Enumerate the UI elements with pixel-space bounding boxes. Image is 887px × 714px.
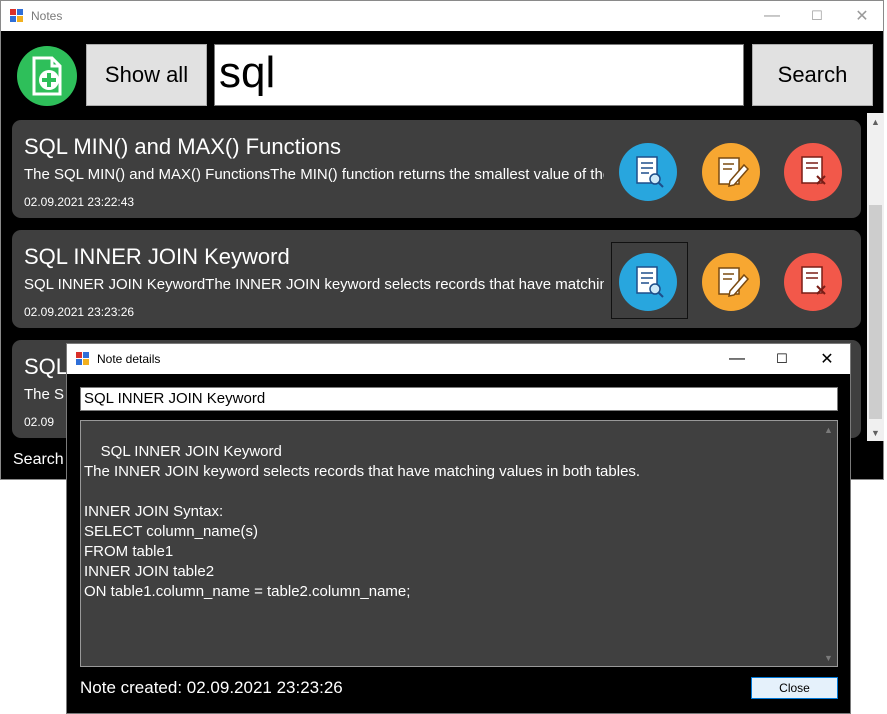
edit-note-icon <box>718 267 750 297</box>
dialog-title: Note details <box>97 352 161 366</box>
add-note-icon <box>32 56 62 96</box>
note-details-dialog: Note details — ☐ ✕ SQL INNER JOIN Keywor… <box>66 343 851 714</box>
close-button[interactable]: Close <box>751 677 838 699</box>
note-body: SQL INNER JOIN KeywordThe INNER JOIN key… <box>24 276 604 293</box>
minimize-button[interactable]: — <box>714 344 760 374</box>
close-window-button[interactable]: ✕ <box>804 344 850 374</box>
delete-note-icon <box>801 156 826 185</box>
delete-note-button[interactable] <box>784 143 842 201</box>
dialog-titlebar[interactable]: Note details — ☐ ✕ <box>67 344 850 374</box>
view-note-icon <box>636 266 664 298</box>
close-window-button[interactable]: ✕ <box>839 1 885 31</box>
note-title-field[interactable]: SQL INNER JOIN Keyword <box>80 387 838 411</box>
main-titlebar[interactable]: Notes — ☐ ✕ <box>1 1 883 31</box>
note-body: The SQL MIN() and MAX() FunctionsThe MIN… <box>24 166 604 183</box>
edit-note-button[interactable] <box>702 253 760 311</box>
maximize-button[interactable]: ☐ <box>759 344 805 374</box>
note-card: SQL INNER JOIN Keyword SQL INNER JOIN Ke… <box>12 230 861 328</box>
delete-note-button[interactable] <box>784 253 842 311</box>
app-icon <box>10 9 23 22</box>
view-note-button[interactable] <box>619 253 677 311</box>
edit-note-icon <box>718 157 750 187</box>
scroll-up-arrow[interactable]: ▲ <box>820 421 837 438</box>
created-label: Note created: 02.09.2021 23:23:26 <box>80 678 343 697</box>
note-card: SQL MIN() and MAX() Functions The SQL MI… <box>12 120 861 218</box>
edit-note-button[interactable] <box>702 143 760 201</box>
app-icon <box>76 352 89 365</box>
note-date: 02.09 <box>24 415 55 429</box>
scroll-thumb[interactable] <box>869 205 882 419</box>
note-body-text: SQL INNER JOIN Keyword The INNER JOIN ke… <box>84 443 641 600</box>
view-note-icon <box>636 156 664 188</box>
note-title: SQL INNER JOIN Keyword <box>24 244 290 269</box>
note-title: SQL MIN() and MAX() Functions <box>24 134 342 159</box>
status-label: Search <box>13 451 64 468</box>
minimize-button[interactable]: — <box>749 1 795 31</box>
show-all-button[interactable]: Show all <box>86 44 207 106</box>
note-date: 02.09.2021 23:22:43 <box>24 195 135 209</box>
scroll-down-arrow[interactable]: ▼ <box>867 424 884 441</box>
maximize-button[interactable]: ☐ <box>794 1 840 31</box>
window-title: Notes <box>31 9 63 23</box>
note-title: SQL <box>24 354 69 379</box>
dialog-scrollbar[interactable]: ▲ ▼ <box>820 421 837 666</box>
note-date: 02.09.2021 23:23:26 <box>24 305 135 319</box>
notes-scrollbar[interactable]: ▲ ▼ <box>867 113 884 441</box>
search-input[interactable]: sql <box>214 44 744 106</box>
delete-note-icon <box>801 266 826 295</box>
note-body-field[interactable]: SQL INNER JOIN Keyword The INNER JOIN ke… <box>80 420 838 667</box>
add-note-button[interactable] <box>17 46 77 106</box>
scroll-down-arrow[interactable]: ▼ <box>820 649 837 666</box>
view-note-button[interactable] <box>619 143 677 201</box>
scroll-up-arrow[interactable]: ▲ <box>867 113 884 130</box>
search-button[interactable]: Search <box>752 44 873 106</box>
